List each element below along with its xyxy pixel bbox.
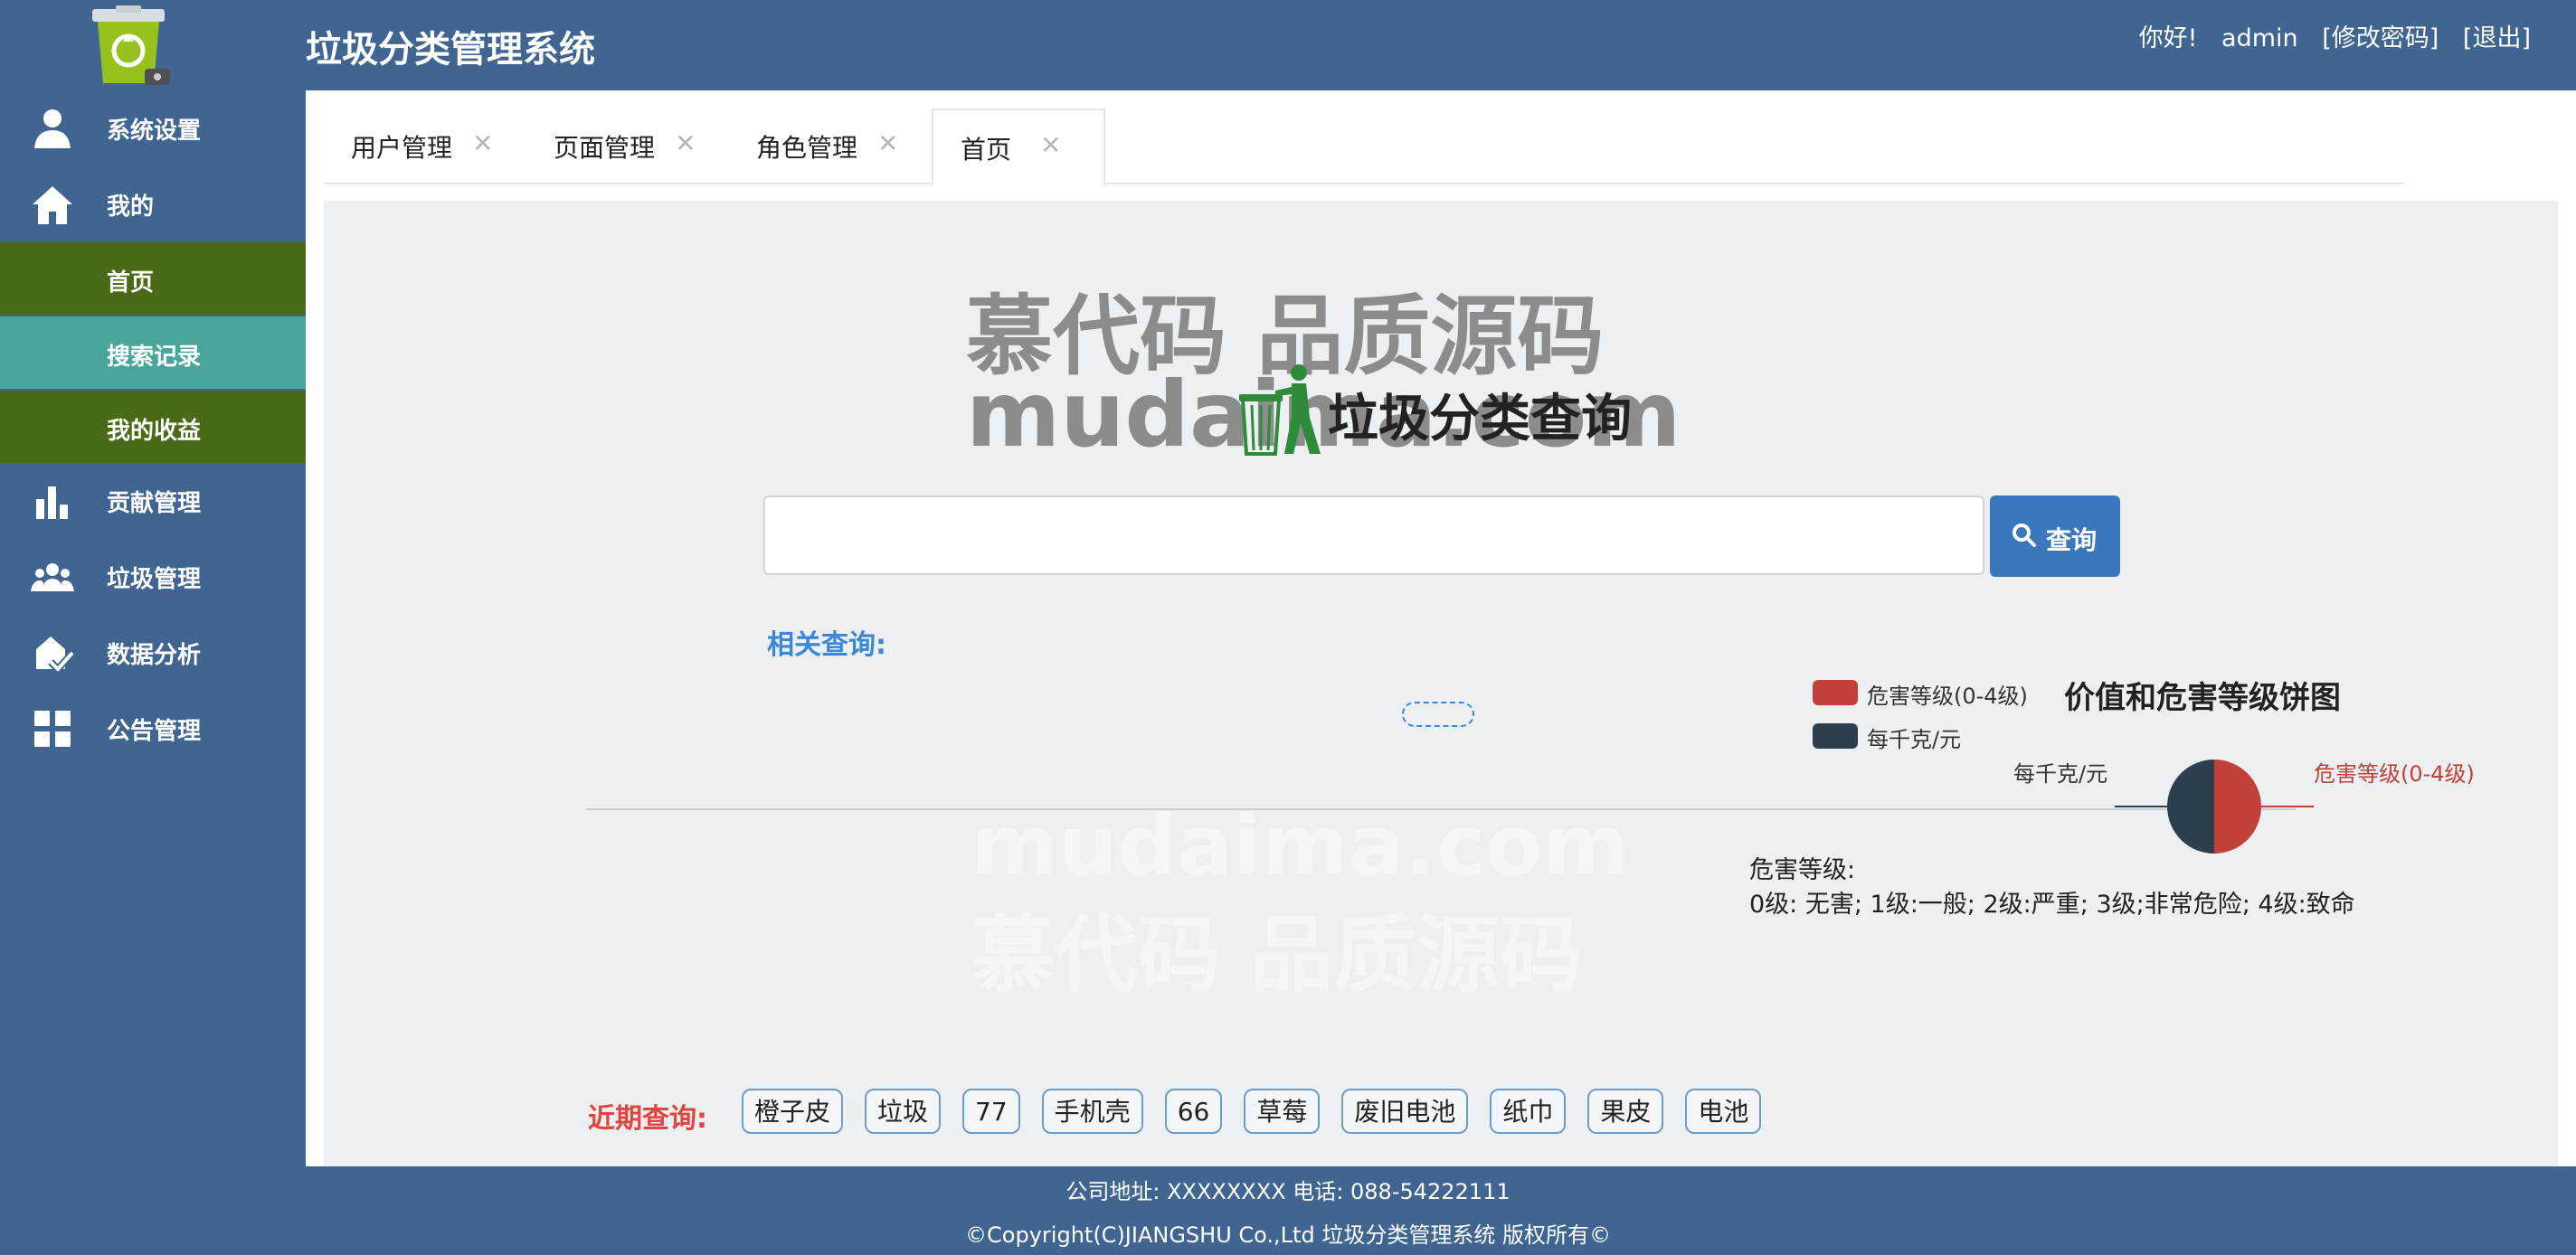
pie-slice-label: 危害等级(0-4级) [2314,761,2475,787]
pie-slice-label: 每千克/元 [2013,761,2108,787]
footer-address: 公司地址: XXXXXXXX 电话: 088-54222111 [1065,1179,1511,1204]
sidebar-item-label: 公告管理 [107,718,202,745]
recent-query-label: 近期查询: [588,1103,707,1135]
tab-label: 角色管理 [756,133,858,163]
related-query-label: 相关查询: [767,629,886,661]
sidebar-item-data-analysis[interactable]: 数据分析 [0,615,306,691]
recent-query-chip[interactable]: 废旧电池 [1341,1089,1469,1134]
sidebar-subitem-search-history[interactable]: 搜索记录 [0,316,306,389]
recent-query-chip[interactable]: 77 [962,1089,1020,1134]
analysis-icon [36,637,74,675]
group-icon [31,563,74,591]
main-panel: 用户管理 ✕ 页面管理 ✕ 角色管理 ✕ 首页 ✕ 慕代码 品质源码 mudai… [306,90,2576,1166]
close-icon[interactable]: ✕ [472,128,493,158]
recent-query-chip[interactable]: 橙子皮 [742,1089,844,1134]
recent-query-chip[interactable]: 手机壳 [1041,1089,1143,1134]
logout-link[interactable]: [退出] [2463,24,2531,52]
tab-label: 用户管理 [351,133,453,163]
search-icon [2012,524,2036,547]
legend-label: 每千克/元 [1867,727,1962,752]
sidebar-subitem-my-earnings[interactable]: 我的收益 [0,391,306,463]
tab-home[interactable]: 首页 ✕ [932,109,1105,186]
tab-label: 页面管理 [554,133,656,163]
close-icon[interactable]: ✕ [675,128,696,158]
legend-label: 危害等级(0-4级) [1867,684,2028,709]
header: 垃圾分类管理系统 你好! admin [修改密码] [退出] [0,0,2576,90]
change-password-link[interactable]: [修改密码] [2322,24,2439,52]
username: admin [2221,24,2298,52]
recent-query-chip[interactable]: 电池 [1685,1089,1762,1134]
divider [586,808,2296,810]
home-icon [33,186,72,224]
search-button-label: 查询 [2046,526,2098,554]
pie-slice[interactable] [2214,760,2261,854]
watermark-text: 慕代码 品质源码 [971,907,1584,1004]
sidebar-item-contribution[interactable]: 贡献管理 [0,463,306,539]
footer: 公司地址: XXXXXXXX 电话: 088-54222111 ©Copyrig… [0,1166,2576,1255]
sidebar-item-label: 贡献管理 [107,490,202,517]
hazard-level-title: 危害等级: [1749,856,1856,884]
tab-label: 首页 [961,135,1012,165]
legend-swatch [1813,723,1858,749]
sidebar-subitem-label: 首页 [107,269,155,297]
pie-chart [2115,760,2314,854]
search-input[interactable] [763,495,1984,575]
pie-slice[interactable] [2167,760,2214,854]
grid-icon [34,711,71,747]
chart-title: 价值和危害等级饼图 [2064,680,2341,716]
recent-query-chip[interactable]: 果皮 [1587,1089,1664,1134]
sidebar-item-announcement[interactable]: 公告管理 [0,691,306,767]
recycling-person-icon [1239,364,1321,456]
user-bar: 你好! admin [修改密码] [退出] [2123,18,2531,53]
tab-page-management[interactable]: 页面管理 ✕ [526,109,713,183]
sidebar-item-mine[interactable]: 我的 [0,166,306,242]
close-icon[interactable]: ✕ [877,128,898,158]
search-title: 垃圾分类查询 [1328,390,1632,448]
sidebar-item-label: 系统设置 [107,118,202,145]
app-title: 垃圾分类管理系统 [306,29,595,71]
sidebar-item-label: 数据分析 [107,642,202,669]
sidebar-subitem-home[interactable]: 首页 [0,242,306,315]
watermark-text: mudaima.com [971,797,1630,894]
footer-copyright: ©Copyright(C)JIANGSHU Co.,Ltd 垃圾分类管理系统 版… [965,1222,1611,1248]
recent-query-chip[interactable]: 66 [1164,1089,1223,1134]
sidebar-item-label: 垃圾管理 [107,566,202,593]
sidebar-item-label: 我的 [107,193,155,221]
search-button[interactable]: 查询 [1990,495,2120,577]
recent-query-chip[interactable]: 垃圾 [865,1089,942,1134]
content-area: 慕代码 品质源码 mudaima.com mudaima.com 慕代码 品质源… [324,201,2558,1166]
recent-query-chip[interactable]: 纸巾 [1490,1089,1567,1134]
tab-role-management[interactable]: 角色管理 ✕ [729,109,915,183]
loading-indicator [1402,702,1474,727]
greeting: 你好! [2138,24,2198,52]
recent-query-chip[interactable]: 草莓 [1244,1089,1321,1134]
hazard-level-description: 0级: 无害; 1级:一般; 2级:严重; 3级;非常危险; 4级:致命 [1749,891,2355,919]
trash-bin-logo-icon [92,5,170,85]
sidebar-subitem-label: 搜索记录 [107,344,202,371]
bar-chart-icon [36,486,68,519]
recent-query-list: 橙子皮 垃圾 77 手机壳 66 草莓 废旧电池 纸巾 果皮 电池 [742,1089,1762,1137]
sidebar-item-garbage[interactable]: 垃圾管理 [0,539,306,615]
sidebar-item-system-settings[interactable]: 系统设置 [0,90,306,166]
tab-user-management[interactable]: 用户管理 ✕ [324,109,510,183]
legend-swatch [1813,680,1858,705]
sidebar: 系统设置 我的 首页 搜索记录 我的收益 贡献管理 垃圾管理 数据分析 公告管理 [0,90,306,1166]
close-icon[interactable]: ✕ [1040,130,1061,160]
sidebar-subitem-label: 我的收益 [107,418,202,445]
tab-bar: 用户管理 ✕ 页面管理 ✕ 角色管理 ✕ 首页 ✕ [324,109,2404,186]
user-settings-icon [34,109,71,148]
